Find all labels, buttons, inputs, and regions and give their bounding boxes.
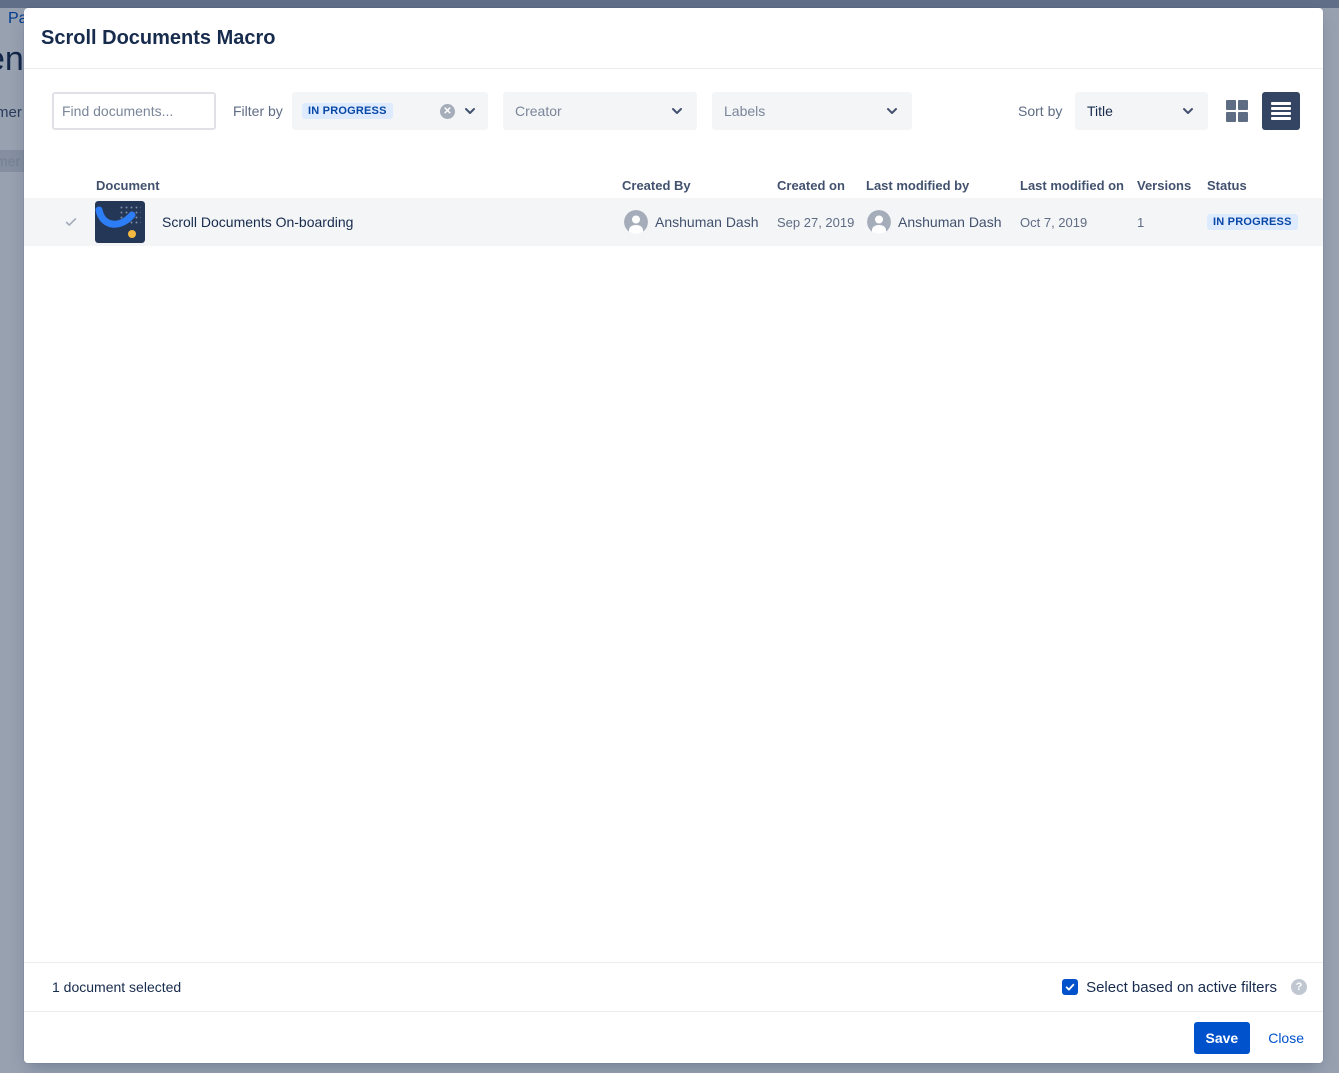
- last-modified-by-cell: Anshuman Dash: [867, 198, 1002, 246]
- creator-filter-placeholder: Creator: [515, 103, 669, 119]
- user-avatar-icon: [624, 210, 648, 234]
- sort-selected-value: Title: [1087, 103, 1180, 119]
- close-button[interactable]: Close: [1264, 1030, 1308, 1046]
- column-header-document: Document: [96, 178, 160, 193]
- grid-view-icon[interactable]: [1226, 100, 1248, 122]
- labels-filter-placeholder: Labels: [724, 103, 884, 119]
- help-icon[interactable]: ?: [1291, 979, 1307, 995]
- creator-filter-dropdown[interactable]: Creator: [503, 92, 697, 130]
- created-by-cell: Anshuman Dash: [624, 198, 759, 246]
- chevron-down-icon: [884, 103, 900, 119]
- column-header-last-modified-by: Last modified by: [866, 178, 969, 193]
- column-header-versions: Versions: [1137, 178, 1191, 193]
- last-modified-by-name: Anshuman Dash: [898, 214, 1002, 230]
- chevron-down-icon: [1180, 103, 1196, 119]
- dialog-header: Scroll Documents Macro: [24, 8, 1323, 69]
- footer-actions: Save Close: [24, 1012, 1323, 1063]
- filter-by-label: Filter by: [233, 92, 283, 130]
- versions-count: 1: [1137, 198, 1144, 246]
- search-input[interactable]: [52, 92, 216, 130]
- save-button[interactable]: Save: [1194, 1022, 1251, 1054]
- column-header-created-on: Created on: [777, 178, 845, 193]
- document-title: Scroll Documents On-boarding: [162, 198, 353, 246]
- status-badge: IN PROGRESS: [1207, 214, 1298, 230]
- column-header-status: Status: [1207, 178, 1247, 193]
- created-on-date: Sep 27, 2019: [777, 198, 854, 246]
- created-by-name: Anshuman Dash: [655, 214, 759, 230]
- row-selected-checkmark-icon: [64, 198, 80, 246]
- sort-by-label: Sort by: [1018, 92, 1062, 130]
- labels-filter-dropdown[interactable]: Labels: [712, 92, 912, 130]
- column-header-created-by: Created By: [622, 178, 691, 193]
- footer-info-bar: 1 document selected Select based on acti…: [24, 962, 1323, 1012]
- scroll-documents-macro-dialog: Scroll Documents Macro Filter by IN PROG…: [24, 8, 1323, 1063]
- active-filters-toggle: Select based on active filters ?: [1062, 979, 1307, 996]
- chevron-down-icon: [462, 103, 478, 119]
- list-view-icon[interactable]: [1262, 92, 1300, 130]
- sort-dropdown[interactable]: Title: [1075, 92, 1208, 130]
- status-filter-dropdown[interactable]: IN PROGRESS ✕: [292, 92, 488, 130]
- chevron-down-icon: [669, 103, 685, 119]
- table-row[interactable]: Scroll Documents On-boarding Anshuman Da…: [24, 198, 1323, 246]
- dialog-title: Scroll Documents Macro: [41, 27, 276, 50]
- active-filters-checkbox-label[interactable]: Select based on active filters: [1086, 979, 1277, 996]
- status-filter-lozenge: IN PROGRESS: [302, 103, 393, 119]
- active-filters-checkbox[interactable]: [1062, 979, 1078, 995]
- status-cell: IN PROGRESS: [1207, 198, 1298, 246]
- table-header: Document Created By Created on Last modi…: [24, 178, 1323, 198]
- user-avatar-icon: [867, 210, 891, 234]
- last-modified-on-date: Oct 7, 2019: [1020, 198, 1087, 246]
- clear-filter-icon[interactable]: ✕: [440, 104, 455, 119]
- document-thumbnail: [95, 198, 145, 246]
- column-header-last-modified-on: Last modified on: [1020, 178, 1124, 193]
- toolbar: Filter by IN PROGRESS ✕ Creator Labels S…: [52, 92, 1300, 130]
- selection-summary: 1 document selected: [52, 979, 181, 995]
